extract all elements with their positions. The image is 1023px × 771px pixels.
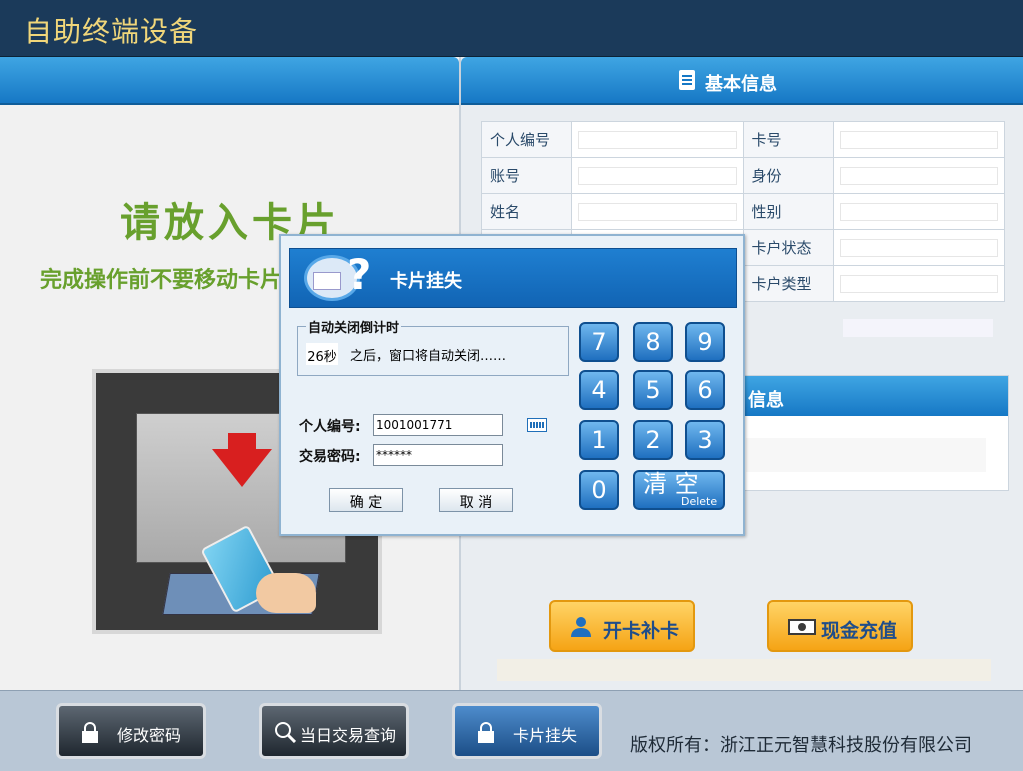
key-0[interactable]: 0 [579, 470, 619, 510]
cancel-button[interactable]: 取 消 [439, 488, 513, 512]
key-7[interactable]: 7 [579, 322, 619, 362]
person-id-label: 个人编号: [299, 419, 361, 435]
countdown-text: 之后，窗口将自动关闭…… [350, 349, 507, 364]
table-row: 账号 身份 [481, 157, 1005, 194]
clear-key[interactable]: 清 空 Delete [633, 470, 725, 510]
key-9[interactable]: 9 [685, 322, 725, 362]
open-card-label: 开卡补卡 [603, 620, 680, 642]
key-4[interactable]: 4 [579, 370, 619, 410]
dialog-title: 卡片挂失 [390, 271, 462, 292]
keyboard-icon[interactable] [527, 418, 547, 432]
row-label: 卡户状态 [742, 229, 834, 266]
question-card-icon: ? [304, 250, 371, 301]
notice-text: 完成操作前不要移动卡片 [40, 268, 280, 293]
cash-topup-button[interactable]: 现金充值 [767, 600, 913, 652]
card-loss-button[interactable]: 卡片挂失 [452, 703, 602, 759]
auto-close-group: 自动关闭倒计时 26秒 之后，窗口将自动关闭…… [297, 317, 569, 376]
password-label: 交易密码: [299, 449, 361, 465]
row-label: 卡户类型 [742, 265, 834, 302]
hand-icon [256, 573, 316, 613]
bottom-bar: 修改密码 当日交易查询 卡片挂失 版权所有：浙江正元智慧科技股份有限公司 [0, 690, 1023, 771]
password-input[interactable]: ****** [373, 444, 503, 466]
auto-close-legend: 自动关闭倒计时 [306, 317, 402, 336]
row-label: 账号 [481, 157, 572, 194]
row-label: 卡号 [742, 121, 834, 158]
left-panel-header [0, 57, 459, 105]
table-row: 个人编号 卡号 [481, 121, 1005, 158]
lock-icon [478, 722, 494, 743]
row-value [571, 157, 744, 194]
row-value [832, 157, 1005, 194]
hint-strip [843, 319, 993, 337]
open-card-button[interactable]: 开卡补卡 [549, 600, 695, 652]
countdown-value: 26秒 [306, 343, 338, 365]
today-query-label: 当日交易查询 [300, 726, 397, 745]
row-value [832, 193, 1005, 230]
dialog-header: ? 卡片挂失 [289, 248, 737, 308]
key-5[interactable]: 5 [633, 370, 673, 410]
row-value [571, 121, 744, 158]
row-label: 性别 [742, 193, 834, 230]
copyright-text: 版权所有：浙江正元智慧科技股份有限公司 [630, 735, 972, 756]
ok-button[interactable]: 确 定 [329, 488, 403, 512]
search-icon [275, 722, 296, 743]
key-1[interactable]: 1 [579, 420, 619, 460]
secondary-field [746, 438, 986, 472]
table-row: 姓名 性别 [481, 193, 1005, 230]
app-title: 自助终端设备 [24, 15, 199, 48]
row-value [832, 229, 1005, 266]
key-6[interactable]: 6 [685, 370, 725, 410]
person-id-input[interactable]: 1001001771 [373, 414, 503, 436]
key-3[interactable]: 3 [685, 420, 725, 460]
lock-icon [82, 722, 98, 743]
key-2[interactable]: 2 [633, 420, 673, 460]
row-label: 姓名 [481, 193, 572, 230]
cash-topup-label: 现金充值 [821, 620, 898, 642]
change-password-label: 修改密码 [117, 726, 182, 745]
card-loss-dialog: ? 卡片挂失 自动关闭倒计时 26秒 之后，窗口将自动关闭…… 个人编号: 10… [279, 234, 745, 536]
arrow-down-icon [212, 449, 272, 487]
change-password-button[interactable]: 修改密码 [56, 703, 206, 759]
user-icon [571, 617, 591, 637]
cash-icon [788, 619, 816, 635]
document-icon [679, 70, 695, 90]
row-value [571, 193, 744, 230]
card-loss-label: 卡片挂失 [513, 726, 578, 745]
row-value [832, 121, 1005, 158]
row-label: 个人编号 [481, 121, 572, 158]
status-strip [497, 659, 991, 681]
id-card-icon [313, 272, 341, 290]
key-8[interactable]: 8 [633, 322, 673, 362]
info-header-title: 基本信息 [705, 74, 777, 95]
today-query-button[interactable]: 当日交易查询 [259, 703, 409, 759]
question-mark-icon: ? [347, 250, 372, 299]
top-bar: 自助终端设备 [0, 0, 1023, 57]
row-value [832, 265, 1005, 302]
delete-sublabel: Delete [681, 495, 718, 508]
row-label: 身份 [742, 157, 834, 194]
info-header: 基本信息 [461, 57, 1023, 105]
secondary-header-title: 信息 [748, 390, 784, 411]
